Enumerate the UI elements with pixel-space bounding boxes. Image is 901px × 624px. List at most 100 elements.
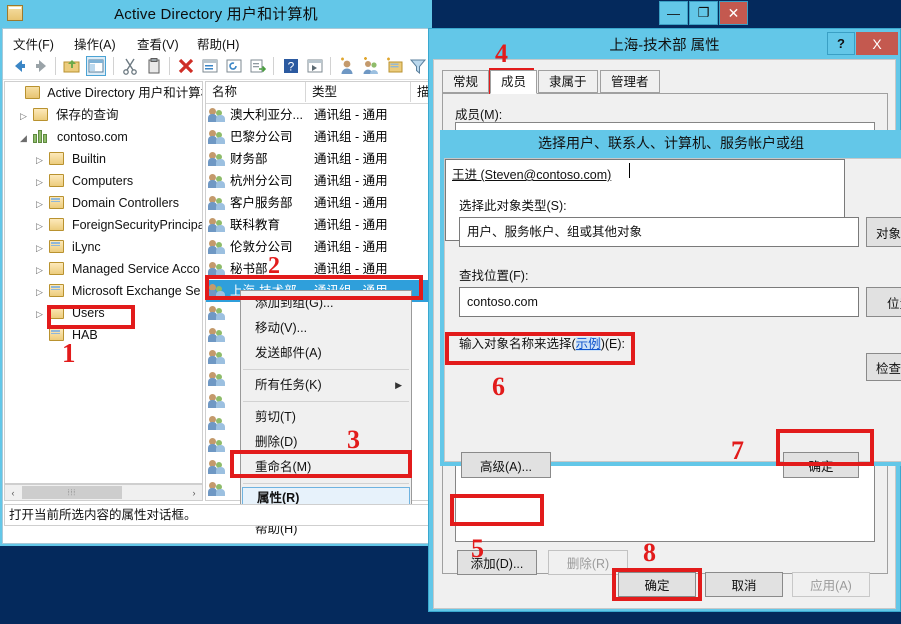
tree-item-managed-service-accounts[interactable]: ▷ Managed Service Acco	[5, 258, 202, 280]
tree-item-microsoft-exchange-security-groups[interactable]: ▷ Microsoft Exchange Se	[5, 280, 202, 302]
main-window-titlebar[interactable]: Active Directory 用户和计算机	[0, 0, 432, 28]
tree-twisty[interactable]: ▷	[33, 259, 46, 281]
properties-ok-button[interactable]: 确定	[618, 572, 696, 597]
minimize-button[interactable]: —	[659, 1, 688, 25]
properties-cancel-button[interactable]: 取消	[705, 572, 783, 597]
object-type-field[interactable]: 用户、服务帐户、组或其他对象	[459, 217, 859, 247]
tab-general[interactable]: 常规	[442, 70, 490, 93]
menu-help[interactable]: 帮助(H)	[193, 33, 243, 54]
list-item[interactable]: 客户服务部 通讯组 - 通用	[206, 192, 428, 214]
object-types-button[interactable]: 对象类	[866, 217, 901, 247]
list-item[interactable]: 财务部 通讯组 - 通用	[206, 148, 428, 170]
tree-item-foreignsecurityprincipals[interactable]: ▷ ForeignSecurityPrincipa	[5, 214, 202, 236]
tree-twisty[interactable]: ▷	[33, 237, 46, 259]
examples-link[interactable]: 示例	[575, 337, 601, 351]
tree-item-hab[interactable]: HAB	[5, 324, 202, 346]
list-item[interactable]: 联科教育 通讯组 - 通用	[206, 214, 428, 236]
select-dialog-ok-button[interactable]: 确定	[783, 452, 859, 478]
paste-icon[interactable]	[145, 57, 163, 75]
list-item-type: 通讯组 - 通用	[314, 218, 388, 232]
tree-item-builtin[interactable]: ▷ Builtin	[5, 148, 202, 170]
tree-item-domain-controllers[interactable]: ▷ Domain Controllers	[5, 192, 202, 214]
tab-members[interactable]: 成员	[490, 70, 538, 94]
list-item[interactable]: 巴黎分公司 通讯组 - 通用	[206, 126, 428, 148]
menu-view[interactable]: 查看(V)	[133, 33, 183, 54]
ctx-send-mail[interactable]: 发送邮件(A)	[241, 341, 411, 366]
tree-horizontal-scrollbar[interactable]: ‹ ⦙⦙⦙ ›	[4, 484, 203, 501]
new-ou-icon[interactable]	[386, 57, 404, 75]
scroll-right-arrow[interactable]: ›	[186, 485, 202, 500]
ctx-move[interactable]: 移动(V)...	[241, 316, 411, 341]
tab-memberof[interactable]: 隶属于	[538, 70, 598, 93]
cut-icon[interactable]	[121, 57, 139, 75]
add-member-button[interactable]: 添加(D)...	[457, 550, 537, 575]
tab-managedby[interactable]: 管理者	[600, 70, 660, 93]
tree-twisty[interactable]: ▷	[33, 281, 46, 303]
ctx-delete[interactable]: 删除(D)	[241, 430, 411, 455]
filter-icon[interactable]	[409, 57, 427, 75]
forward-arrow-icon[interactable]	[33, 57, 51, 75]
properties-close-button[interactable]: X	[856, 32, 898, 55]
ctx-rename[interactable]: 重命名(M)	[241, 455, 411, 480]
scroll-left-arrow[interactable]: ‹	[5, 485, 21, 500]
help-icon[interactable]: ?	[282, 57, 300, 75]
tree-item-users[interactable]: ▷ Users	[5, 302, 202, 324]
tree-item-label: iLync	[71, 240, 101, 254]
domain-icon	[33, 130, 49, 143]
console-window-icon[interactable]	[306, 57, 324, 75]
tree-item-label: Domain Controllers	[71, 196, 179, 210]
ctx-all-tasks[interactable]: 所有任务(K) ▶	[241, 373, 411, 398]
tree-twisty[interactable]: ▷	[17, 105, 30, 127]
show-hide-tree-icon[interactable]	[86, 56, 106, 76]
ctx-all-tasks-label: 所有任务(K)	[255, 378, 322, 392]
submenu-arrow-icon: ▶	[395, 380, 402, 390]
list-item[interactable]: 杭州分公司 通讯组 - 通用	[206, 170, 428, 192]
navigation-tree[interactable]: Active Directory 用户和计算机 ▷ 保存的查询 ◢ contos…	[4, 81, 203, 484]
tree-twisty[interactable]: ▷	[33, 149, 46, 171]
tree-twisty[interactable]: ◢	[17, 127, 30, 149]
refresh-icon[interactable]	[225, 57, 243, 75]
tree-item-saved-queries[interactable]: ▷ 保存的查询	[5, 104, 202, 126]
tree-item-root[interactable]: Active Directory 用户和计算机	[5, 82, 202, 104]
advanced-button[interactable]: 高级(A)...	[461, 452, 551, 478]
ctx-cut[interactable]: 剪切(T)	[241, 405, 411, 430]
tree-item-computers[interactable]: ▷ Computers	[5, 170, 202, 192]
new-user-icon[interactable]	[338, 57, 356, 75]
context-menu[interactable]: 添加到组(G)... 移动(V)... 发送邮件(A) 所有任务(K) ▶ 剪切…	[240, 290, 412, 536]
check-names-button[interactable]: 检查	[866, 353, 901, 381]
maximize-button[interactable]: ❐	[689, 1, 718, 25]
scrollbar-thumb[interactable]: ⦙⦙⦙	[22, 486, 122, 499]
tree-item-contoso-com[interactable]: ◢ contoso.com	[5, 126, 202, 148]
delete-icon[interactable]	[177, 57, 195, 75]
group-icon	[208, 482, 226, 496]
select-users-dialog: 选择用户、联系人、计算机、服务帐户或组 选择此对象类型(S): 用户、服务帐户、…	[440, 130, 901, 478]
export-list-icon[interactable]	[249, 57, 267, 75]
menu-action[interactable]: 操作(A)	[70, 33, 120, 54]
column-type[interactable]: 类型	[306, 82, 411, 102]
list-item-type: 通讯组 - 通用	[314, 240, 388, 254]
list-item[interactable]: 澳大利亚分... 通讯组 - 通用	[206, 104, 428, 126]
column-name[interactable]: 名称	[206, 82, 306, 102]
locations-button[interactable]: 位置	[866, 287, 901, 317]
list-item[interactable]: 伦敦分公司 通讯组 - 通用	[206, 236, 428, 258]
up-folder-icon[interactable]	[63, 57, 81, 75]
close-button[interactable]: ✕	[719, 1, 748, 25]
group-icon	[208, 328, 226, 342]
tree-twisty[interactable]: ▷	[33, 303, 46, 325]
tree-twisty[interactable]: ▷	[33, 193, 46, 215]
tree-twisty[interactable]: ▷	[33, 171, 46, 193]
desktop-background	[0, 546, 433, 624]
back-arrow-icon[interactable]	[10, 57, 28, 75]
properties-help-button[interactable]: ?	[827, 32, 855, 55]
properties-icon[interactable]	[201, 57, 219, 75]
tree-twisty[interactable]: ▷	[33, 215, 46, 237]
menu-file[interactable]: 文件(F)	[9, 33, 58, 54]
from-location-field[interactable]: contoso.com	[459, 287, 859, 317]
list-item-name: 客户服务部	[230, 196, 293, 210]
tree-item-label: Managed Service Acco	[71, 262, 200, 276]
list-item[interactable]: 秘书部 通讯组 - 通用	[206, 258, 428, 280]
ctx-add-to-group[interactable]: 添加到组(G)...	[241, 291, 411, 316]
column-description[interactable]: 描	[411, 82, 428, 102]
tree-item-ilync[interactable]: ▷ iLync	[5, 236, 202, 258]
new-group-icon[interactable]	[362, 57, 380, 75]
